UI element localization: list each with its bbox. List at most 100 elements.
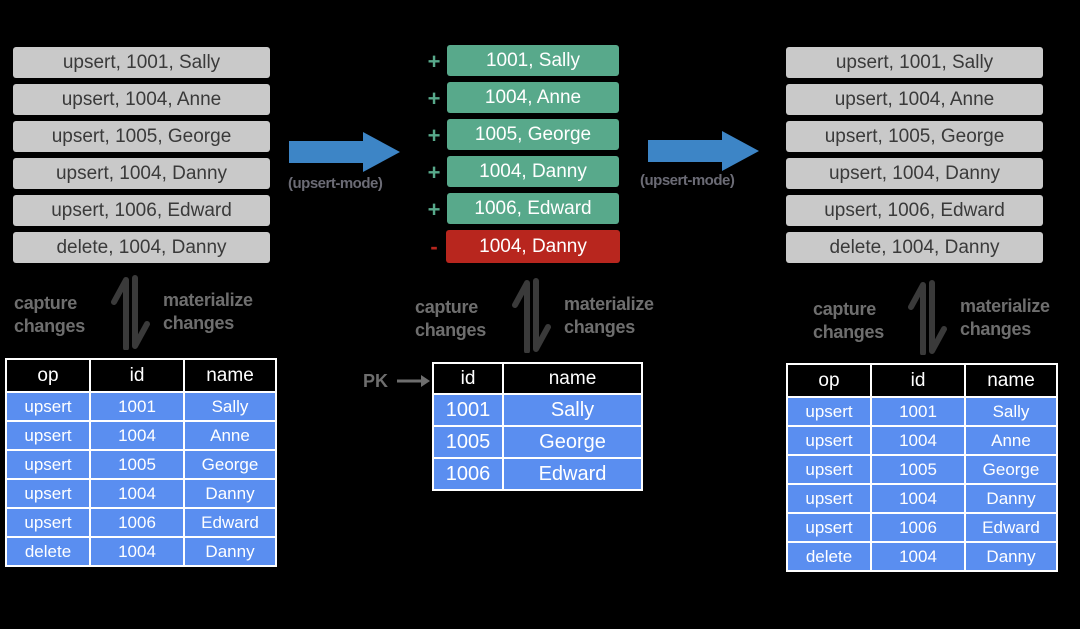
plus-icon: + bbox=[427, 123, 441, 148]
stream-record: upsert, 1004, Danny bbox=[786, 158, 1043, 189]
cell-id: 1001 bbox=[89, 391, 185, 422]
cell-name: Sally bbox=[502, 393, 643, 427]
minus-icon: - bbox=[430, 234, 438, 259]
table-row: upsert 1005 George bbox=[5, 449, 277, 480]
materialize-changes-label: materialize changes bbox=[564, 293, 654, 339]
stream-record: upsert, 1006, Edward bbox=[786, 195, 1043, 226]
stream-record: upsert, 1004, Anne bbox=[786, 84, 1043, 115]
stream-record: delete, 1004, Danny bbox=[786, 232, 1043, 263]
changelog-record: 1005, George bbox=[447, 119, 619, 150]
column-header-id: id bbox=[432, 362, 504, 395]
bidirectional-arrows-icon bbox=[908, 280, 947, 355]
changelog-record-delete: 1004, Danny bbox=[446, 230, 620, 263]
cell-name: Sally bbox=[183, 391, 277, 422]
cell-id: 1001 bbox=[432, 393, 504, 427]
cell-name: Edward bbox=[964, 512, 1058, 543]
stream-record: upsert, 1004, Anne bbox=[13, 84, 270, 115]
capture-changes-label: capture changes bbox=[14, 292, 85, 338]
pk-label: PK bbox=[363, 371, 389, 391]
cell-name: George bbox=[183, 449, 277, 480]
table-row: upsert 1001 Sally bbox=[5, 391, 277, 422]
materialize-changes-label: materialize changes bbox=[960, 295, 1050, 341]
caption-line: changes bbox=[14, 316, 85, 336]
cell-name: Danny bbox=[964, 541, 1058, 572]
changelog-record: 1004, Anne bbox=[447, 82, 619, 113]
cell-op: upsert bbox=[5, 507, 91, 538]
caption-line: changes bbox=[960, 319, 1031, 339]
cell-id: 1004 bbox=[870, 425, 966, 456]
cell-name: Sally bbox=[964, 396, 1058, 427]
cell-id: 1006 bbox=[870, 512, 966, 543]
cell-name: Anne bbox=[964, 425, 1058, 456]
right-arrow-icon bbox=[289, 132, 400, 172]
stream-record: upsert, 1004, Danny bbox=[13, 158, 270, 189]
changelog-record: 1006, Edward bbox=[447, 193, 619, 224]
upsert-mode-label: (upsert-mode) bbox=[640, 172, 735, 189]
right-arrow-icon bbox=[397, 375, 430, 387]
cell-op: upsert bbox=[786, 512, 872, 543]
cell-id: 1005 bbox=[432, 425, 504, 459]
table-row: upsert 1006 Edward bbox=[5, 507, 277, 538]
column-header-name: name bbox=[964, 363, 1058, 398]
caption-line: materialize bbox=[564, 294, 654, 314]
caption-line: capture bbox=[813, 299, 876, 319]
table-row: upsert 1004 Anne bbox=[786, 425, 1058, 456]
table-row: delete 1004 Danny bbox=[5, 536, 277, 567]
column-header-id: id bbox=[870, 363, 966, 398]
cell-id: 1006 bbox=[432, 457, 504, 491]
table-row: upsert 1004 Danny bbox=[786, 483, 1058, 514]
capture-changes-label: capture changes bbox=[415, 296, 486, 342]
column-header-name: name bbox=[502, 362, 643, 395]
cell-id: 1004 bbox=[89, 536, 185, 567]
column-header-op: op bbox=[5, 358, 91, 393]
stream-record: delete, 1004, Danny bbox=[13, 232, 270, 263]
table-row: upsert 1004 Anne bbox=[5, 420, 277, 451]
plus-icon: + bbox=[427, 160, 441, 185]
plus-icon: + bbox=[427, 49, 441, 74]
cell-name: Edward bbox=[502, 457, 643, 491]
cell-op: delete bbox=[786, 541, 872, 572]
cell-name: Danny bbox=[183, 536, 277, 567]
cell-name: Anne bbox=[183, 420, 277, 451]
stream-record: upsert, 1001, Sally bbox=[13, 47, 270, 78]
caption-line: changes bbox=[163, 313, 234, 333]
cell-id: 1004 bbox=[870, 541, 966, 572]
cell-op: upsert bbox=[5, 391, 91, 422]
stream-record: upsert, 1001, Sally bbox=[786, 47, 1043, 78]
right-arrow-icon bbox=[648, 131, 759, 171]
cell-id: 1004 bbox=[89, 478, 185, 509]
stream-record: upsert, 1006, Edward bbox=[13, 195, 270, 226]
cell-name: Danny bbox=[964, 483, 1058, 514]
cell-op: delete bbox=[5, 536, 91, 567]
cell-op: upsert bbox=[786, 454, 872, 485]
table-row: delete 1004 Danny bbox=[786, 541, 1058, 572]
cell-name: Edward bbox=[183, 507, 277, 538]
caption-line: materialize bbox=[960, 296, 1050, 316]
table-row: upsert 1004 Danny bbox=[5, 478, 277, 509]
cell-name: George bbox=[964, 454, 1058, 485]
caption-line: capture bbox=[415, 297, 478, 317]
caption-line: changes bbox=[415, 320, 486, 340]
stream-record: upsert, 1005, George bbox=[13, 121, 270, 152]
column-header-id: id bbox=[89, 358, 185, 393]
cell-op: upsert bbox=[786, 396, 872, 427]
column-header-op: op bbox=[786, 363, 872, 398]
cell-id: 1004 bbox=[89, 420, 185, 451]
middle-materialized-table: id name 1001 Sally 1005 George 1006 Edwa… bbox=[432, 362, 643, 491]
stream-record: upsert, 1005, George bbox=[786, 121, 1043, 152]
plus-icon: + bbox=[427, 197, 441, 222]
bidirectional-arrows-icon bbox=[111, 275, 150, 350]
cell-id: 1005 bbox=[870, 454, 966, 485]
left-changelog-table: op id name upsert 1001 Sally upsert 1004… bbox=[5, 358, 277, 567]
capture-changes-label: capture changes bbox=[813, 298, 884, 344]
table-row: 1005 George bbox=[432, 425, 643, 459]
caption-line: capture bbox=[14, 293, 77, 313]
cell-name: George bbox=[502, 425, 643, 459]
cell-id: 1004 bbox=[870, 483, 966, 514]
right-changelog-table: op id name upsert 1001 Sally upsert 1004… bbox=[786, 363, 1058, 572]
table-row: upsert 1006 Edward bbox=[786, 512, 1058, 543]
table-row: 1001 Sally bbox=[432, 393, 643, 427]
table-row: upsert 1001 Sally bbox=[786, 396, 1058, 427]
cell-op: upsert bbox=[786, 425, 872, 456]
table-row: 1006 Edward bbox=[432, 457, 643, 491]
